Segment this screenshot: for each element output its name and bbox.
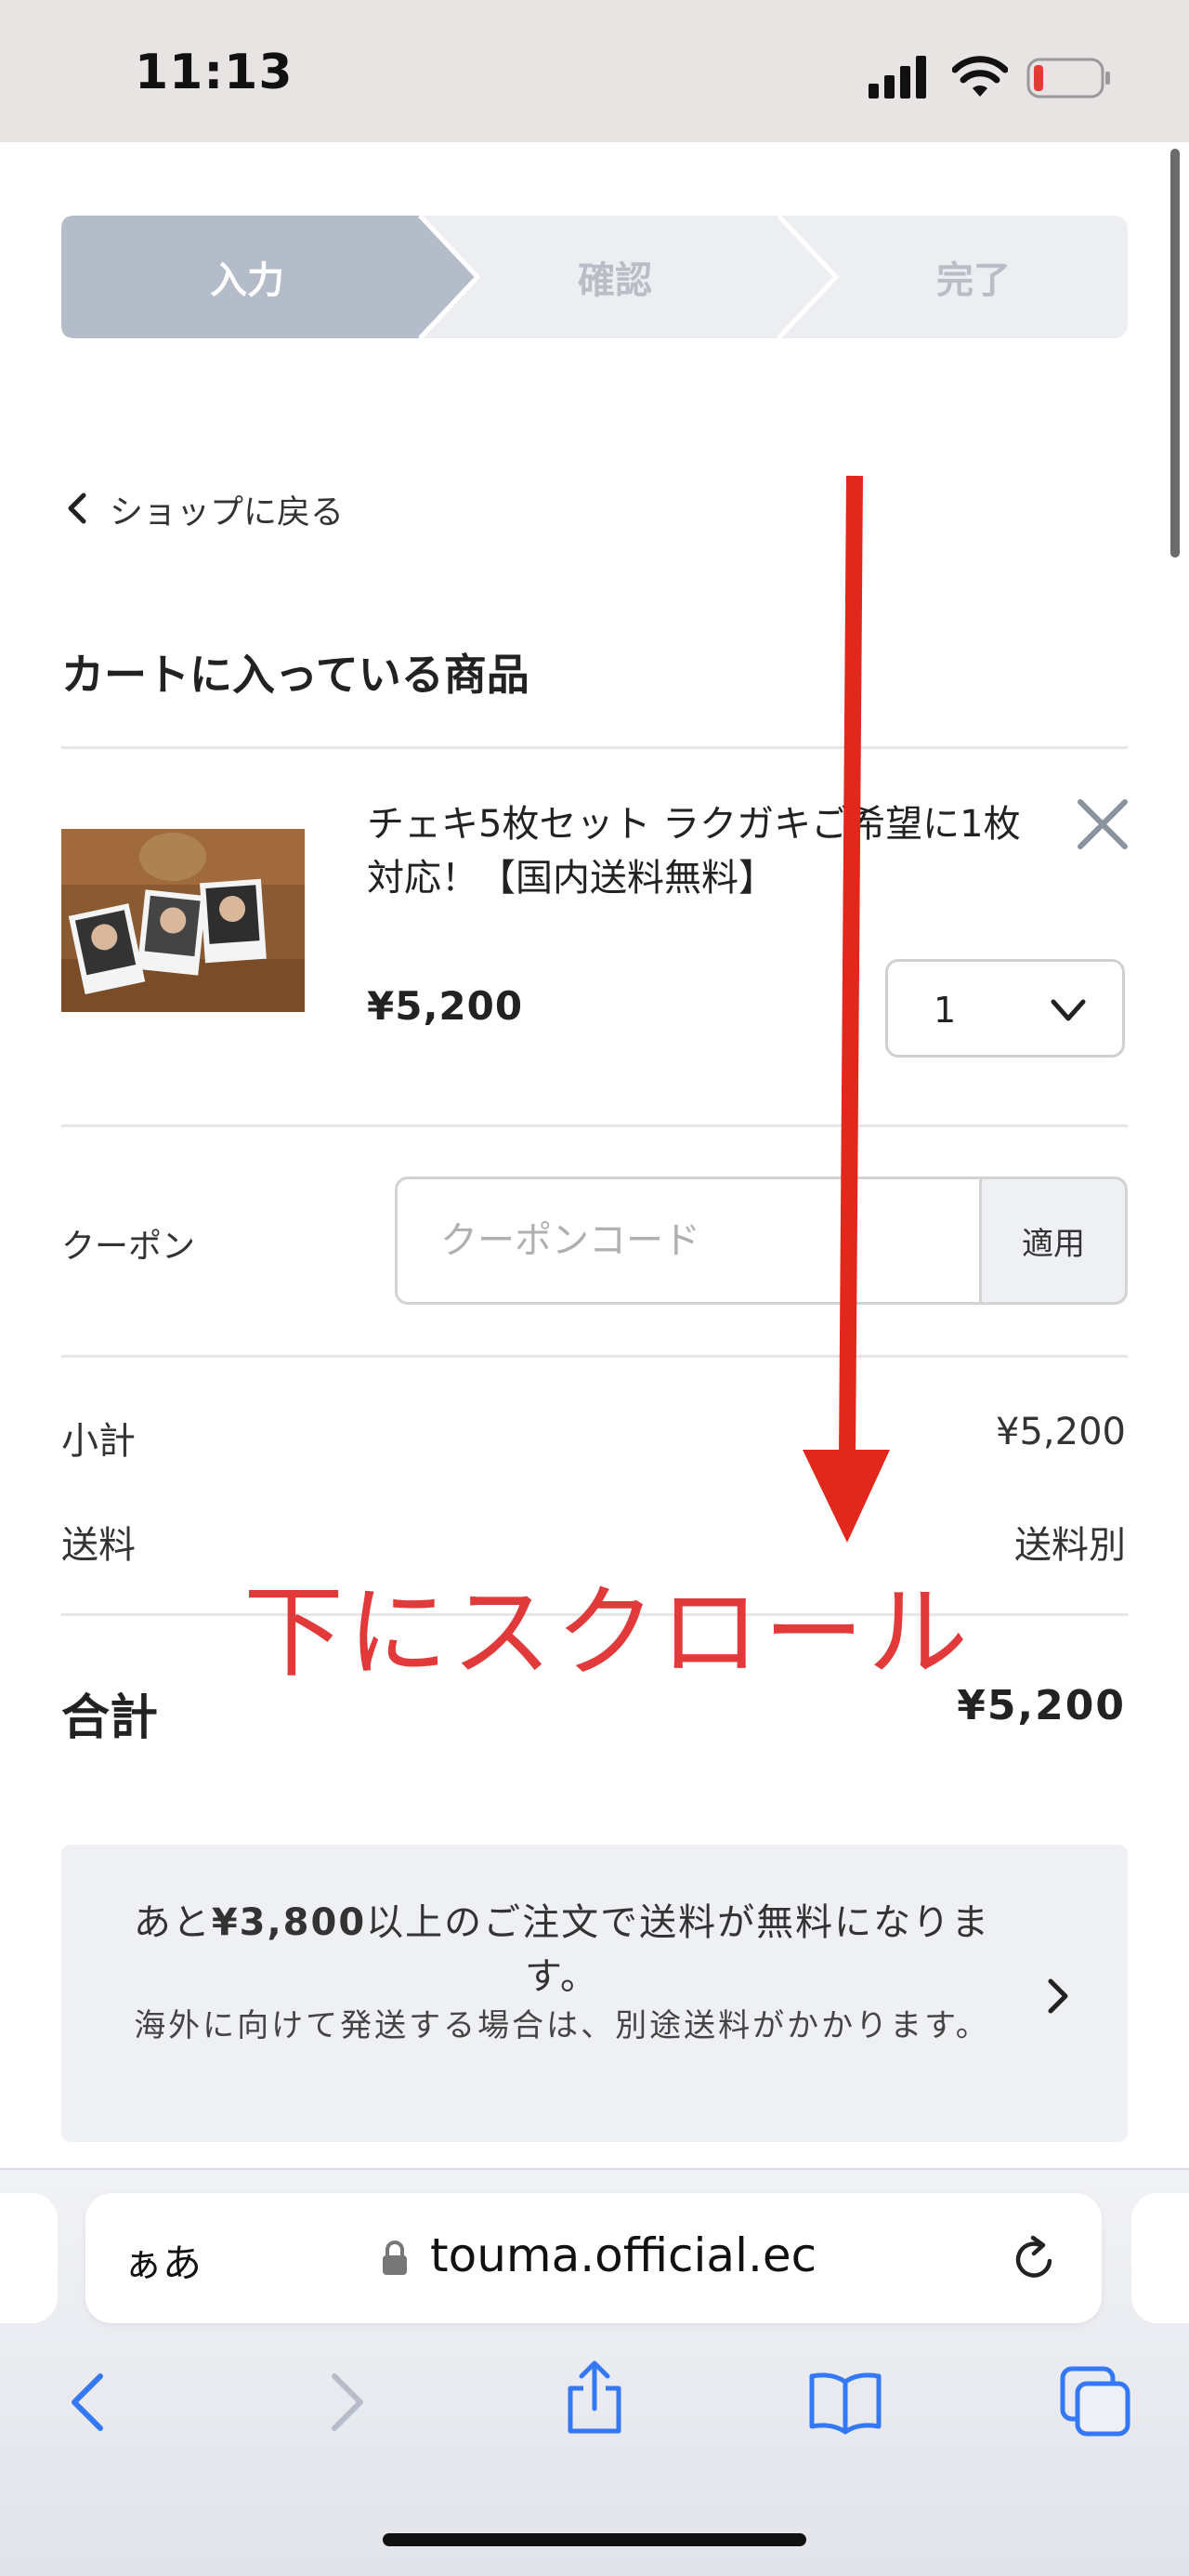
battery-icon <box>1026 58 1110 99</box>
scroll-down-arrow <box>803 475 890 1543</box>
scroll-down-annotation: 下にスクロール <box>243 1575 973 1691</box>
step-complete: 完了 <box>936 259 1011 302</box>
next-tab[interactable] <box>1131 2193 1189 2323</box>
total-value: ¥5,200 <box>957 1682 1126 1729</box>
bookmarks-icon[interactable] <box>808 2365 882 2439</box>
overseas-shipping-message: 海外に向けて発送する場合は、別途送料がかかります。 <box>134 2007 990 2044</box>
cart-title: カートに入っている商品 <box>61 650 529 700</box>
product-thumbnail[interactable] <box>61 829 305 1012</box>
wifi-icon <box>952 56 1008 97</box>
home-indicator <box>383 2533 806 2546</box>
status-time: 11:13 <box>135 45 294 100</box>
lock-icon <box>383 2241 407 2275</box>
product-price: ¥5,200 <box>367 983 524 1029</box>
back-to-shop-link[interactable]: ショップに戻る <box>110 485 344 533</box>
step-confirm: 確認 <box>578 259 652 302</box>
divider <box>61 1355 1128 1358</box>
reader-settings-button[interactable]: ぁあ <box>124 2232 202 2289</box>
tabs-icon[interactable] <box>1059 2365 1133 2439</box>
free-shipping-message: あと¥3,800以上のご注文で送料が無料になります。 <box>133 1901 991 1998</box>
product-name[interactable]: チェキ5枚セット ラクガキご希望に1枚対応！【国内送料無料】 <box>367 797 1036 905</box>
remaining-amount: ¥3,800 <box>211 1901 367 1944</box>
reload-icon[interactable] <box>1009 2233 1061 2285</box>
chevron-left-icon[interactable] <box>65 493 89 524</box>
apply-coupon-button[interactable]: 適用 <box>979 1176 1128 1305</box>
step-input: 入力 <box>210 259 284 302</box>
forward-arrow-icon[interactable] <box>308 2365 383 2439</box>
cellular-signal-icon <box>869 56 926 99</box>
previous-tab[interactable] <box>0 2193 58 2323</box>
subtotal-label: 小計 <box>61 1420 136 1463</box>
page-scrollbar[interactable] <box>1170 149 1180 558</box>
quantity-value: 1 <box>934 990 957 1031</box>
coupon-label: クーポン <box>61 1228 196 1266</box>
shipping-value: 送料別 <box>1014 1524 1126 1567</box>
back-arrow-icon[interactable] <box>52 2365 126 2439</box>
url-text[interactable]: touma.official.ec <box>430 2228 817 2282</box>
chevron-right-icon <box>1048 1978 1068 2014</box>
share-icon[interactable] <box>557 2360 632 2435</box>
divider <box>61 1124 1128 1127</box>
remove-item-icon[interactable] <box>1073 795 1132 854</box>
subtotal-value: ¥5,200 <box>996 1411 1126 1453</box>
quantity-select[interactable] <box>885 959 1125 1058</box>
shipping-label: 送料 <box>61 1524 136 1567</box>
total-label: 合計 <box>61 1690 159 1746</box>
divider <box>61 746 1128 749</box>
chevron-down-icon <box>1051 999 1086 1021</box>
